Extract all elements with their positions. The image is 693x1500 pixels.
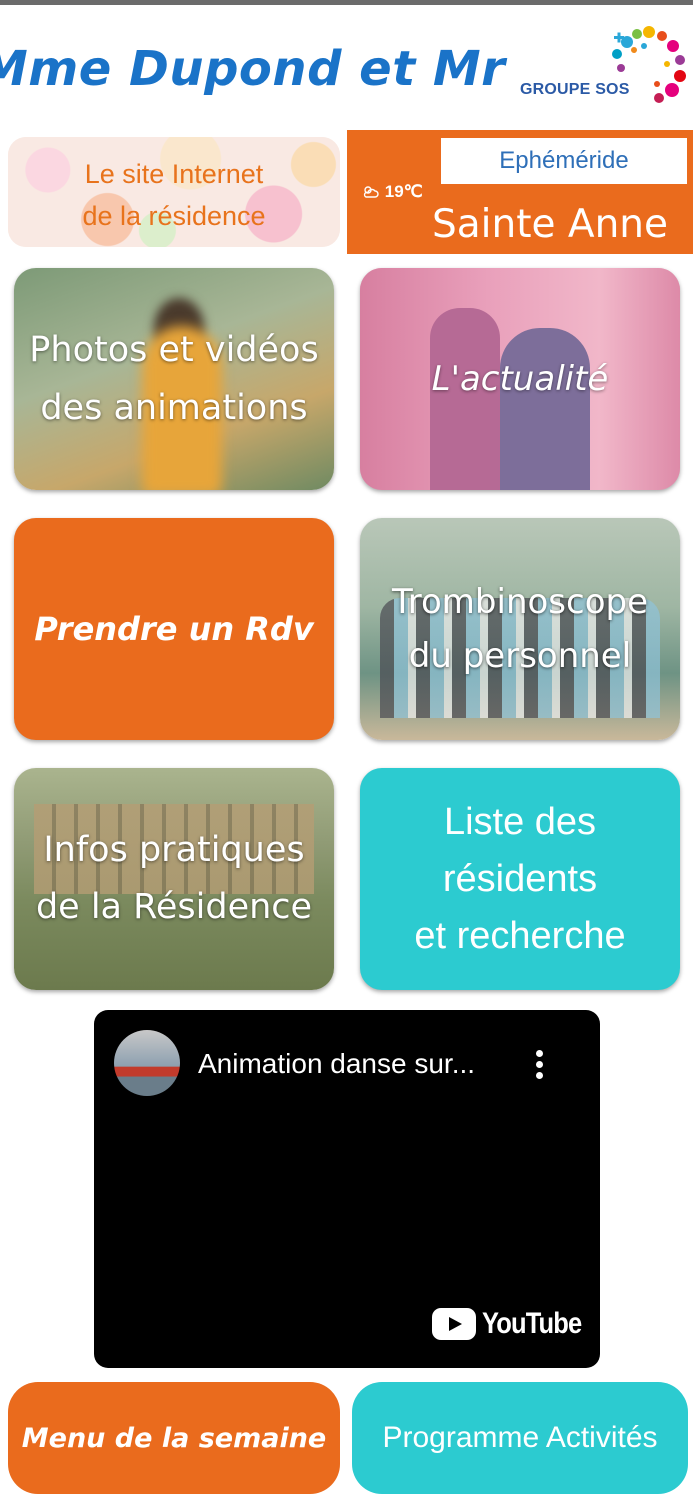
infos-pratiques-tile[interactable]: Infos pratiques de la Résidence	[14, 768, 334, 990]
photos-videos-label: Photos et vidéos des animations	[29, 330, 319, 428]
photos-videos-tile[interactable]: Photos et vidéos des animations	[14, 268, 334, 490]
logo-text: GROUPE SOS	[520, 81, 630, 98]
infos-pratiques-label: Infos pratiques de la Résidence	[35, 830, 313, 927]
menu-semaine-button[interactable]: Menu de la semaine	[8, 1382, 340, 1494]
ephemeride-label: Ephéméride	[441, 138, 687, 184]
prendre-rdv-tile[interactable]: Prendre un Rdv	[14, 518, 334, 740]
youtube-video-player[interactable]: Animation danse sur... YouTube	[94, 1010, 600, 1368]
temperature: 19℃	[384, 182, 423, 201]
actualite-tile[interactable]: L'actualité	[360, 268, 680, 490]
programme-activites-button[interactable]: Programme Activités	[352, 1382, 688, 1494]
liste-residents-tile[interactable]: Liste des résidents et recherche	[360, 768, 680, 990]
site-internet-label: Le site Internet de la résidence	[82, 159, 266, 231]
youtube-wordmark: YouTube	[482, 1307, 582, 1340]
actualite-label: L'actualité	[431, 359, 609, 399]
page-title: Mme Dupond et Mr Ma	[0, 41, 515, 97]
logo-dots-icon	[612, 26, 686, 103]
liste-residents-label: Liste des résidents et recherche	[414, 800, 626, 957]
video-title[interactable]: Animation danse sur...	[198, 1046, 475, 1082]
youtube-play-icon	[432, 1308, 476, 1340]
groupe-sos-logo: GROUPE SOS	[517, 24, 693, 114]
more-options-icon[interactable]	[528, 1050, 550, 1084]
prendre-rdv-label: Prendre un Rdv	[34, 610, 314, 648]
channel-avatar[interactable]	[114, 1030, 180, 1096]
trombinoscope-tile[interactable]: Trombinoscope du personnel	[360, 518, 680, 740]
ephemeride-panel: Ephéméride 19℃ Sainte Anne	[347, 130, 693, 254]
status-bar-edge	[0, 0, 693, 5]
weather-readout: 19℃	[362, 182, 423, 202]
saint-of-day: Sainte Anne	[432, 202, 668, 247]
trombinoscope-label: Trombinoscope du personnel	[391, 582, 648, 676]
partly-cloudy-icon	[363, 186, 379, 198]
site-internet-button[interactable]: Le site Internet de la résidence	[8, 137, 340, 247]
